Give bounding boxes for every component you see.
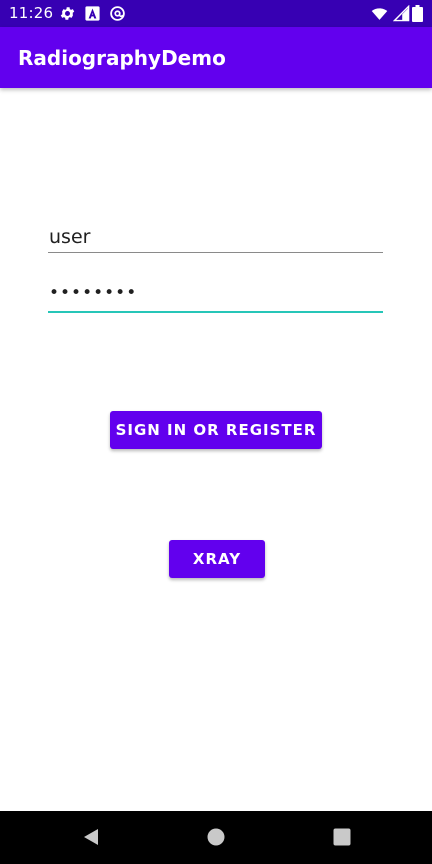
back-icon[interactable] xyxy=(80,826,102,848)
password-value: •••••••• xyxy=(49,283,138,303)
status-time: 11:26 xyxy=(9,4,54,22)
xray-button[interactable]: XRAY xyxy=(169,540,265,578)
gear-icon xyxy=(59,5,76,22)
password-field[interactable]: •••••••• xyxy=(48,280,383,313)
app-title: RadiographyDemo xyxy=(18,46,226,70)
navigation-bar xyxy=(0,811,432,864)
font-a-icon xyxy=(84,5,101,22)
battery-icon xyxy=(412,5,423,22)
wifi-icon xyxy=(371,5,388,22)
at-sign-icon xyxy=(109,5,126,22)
sign-in-or-register-button[interactable]: SIGN IN OR REGISTER xyxy=(110,411,322,449)
home-icon[interactable] xyxy=(205,826,227,848)
username-field[interactable]: user xyxy=(48,222,383,253)
recents-icon[interactable] xyxy=(331,826,353,848)
signal-icon xyxy=(393,5,410,22)
app-bar: RadiographyDemo xyxy=(0,27,432,88)
status-bar: 11:26 xyxy=(0,0,432,27)
username-value: user xyxy=(49,226,91,248)
